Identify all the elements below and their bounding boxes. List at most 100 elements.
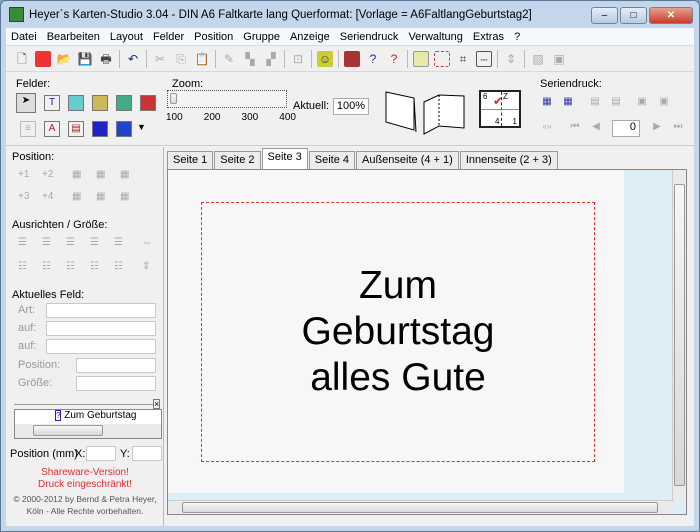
crop-marks-icon[interactable]: ⌗ <box>455 51 471 67</box>
image-tool-icon[interactable] <box>140 95 156 111</box>
grid-toggle-icon[interactable] <box>413 50 429 67</box>
frame-tool-icon[interactable] <box>68 95 84 111</box>
stretch-width-icon[interactable]: ⇔ <box>142 237 156 249</box>
y-field[interactable] <box>132 446 162 461</box>
menu-anzeige[interactable]: Anzeige <box>285 31 335 43</box>
menu-extras[interactable]: Extras <box>468 31 509 43</box>
serial-fields-icon[interactable]: ▤ <box>587 95 603 111</box>
close-list-icon[interactable]: × <box>153 399 161 409</box>
align-right-icon[interactable]: ☰ <box>66 237 80 249</box>
zoom-current-field[interactable]: 100% <box>333 98 369 115</box>
wordart-tool-icon[interactable]: A <box>44 121 60 137</box>
text-tool-icon[interactable]: T <box>44 95 60 111</box>
menu-verwaltung[interactable]: Verwaltung <box>403 31 467 43</box>
align-icon[interactable]: ▦ <box>72 191 86 203</box>
shape-tool-icon[interactable] <box>116 95 132 111</box>
eraser-icon[interactable]: ✎ <box>221 51 237 67</box>
x-field[interactable] <box>86 446 116 461</box>
align-top-icon[interactable]: ☰ <box>90 237 104 249</box>
zoom-slider[interactable] <box>167 90 287 108</box>
open-folder-icon[interactable]: 📂 <box>56 51 72 67</box>
pos-button-1[interactable]: +1 <box>18 169 32 181</box>
design-canvas[interactable]: Zum Geburtstag alles Gute <box>167 169 687 515</box>
tab-aussenseite[interactable]: Außenseite (4 + 1) <box>356 151 459 169</box>
align-middle-icon[interactable]: ☷ <box>42 261 56 273</box>
last-record-icon[interactable]: ⏭ <box>670 120 686 136</box>
card-text-field[interactable]: Zum Geburtstag alles Gute <box>201 202 595 462</box>
serial-copy-icon[interactable]: ▣ <box>634 95 650 111</box>
serial-filter-icon[interactable]: ▤ <box>608 95 624 111</box>
border-toggle-icon[interactable] <box>434 50 450 67</box>
image-icon[interactable]: ▨ <box>530 51 546 67</box>
tab-seite-4[interactable]: Seite 4 <box>308 151 355 169</box>
first-record-icon[interactable]: ⏮ <box>567 120 583 136</box>
stretch-height-icon[interactable]: ⇕ <box>142 261 156 273</box>
clipart-tool-icon[interactable] <box>92 95 108 111</box>
align-icon[interactable]: ▦ <box>72 169 86 181</box>
serial-data-icon[interactable]: ▦ <box>539 95 555 111</box>
more-tools-chevron-icon[interactable]: ▼ <box>137 122 146 132</box>
pos-button-3[interactable]: +3 <box>18 191 32 203</box>
gradient-tool-icon[interactable] <box>116 121 132 137</box>
cut-icon[interactable]: ✂ <box>152 51 168 67</box>
align-icon[interactable]: ▦ <box>120 169 134 181</box>
tab-seite-2[interactable]: Seite 2 <box>214 151 261 169</box>
menu-felder[interactable]: Felder <box>148 31 189 43</box>
tab-seite-3[interactable]: Seite 3 <box>261 148 308 169</box>
copy-icon[interactable]: ⎘ <box>173 51 189 67</box>
groesse-field[interactable] <box>76 376 156 391</box>
print-icon[interactable]: 🖶 <box>98 51 114 67</box>
align-icon[interactable]: ☷ <box>114 261 128 273</box>
tab-innenseite[interactable]: Innenseite (2 + 3) <box>459 151 558 169</box>
close-button[interactable]: ✕ <box>649 7 693 24</box>
maximize-button[interactable]: □ <box>620 7 647 24</box>
pos-button-2[interactable]: +2 <box>42 169 56 181</box>
align-left-icon[interactable]: ☰ <box>18 237 32 249</box>
menu-bearbeiten[interactable]: Bearbeiten <box>42 31 105 43</box>
pointer-tool-icon[interactable]: ➤ <box>16 93 36 113</box>
save-icon[interactable]: 💾 <box>77 51 93 67</box>
same-height-icon[interactable]: ☷ <box>66 261 80 273</box>
align-icon[interactable]: ▦ <box>120 191 134 203</box>
help-icon[interactable]: ? <box>365 51 381 67</box>
context-help-icon[interactable]: ? <box>386 51 402 67</box>
zoom-slider-thumb[interactable] <box>170 93 177 104</box>
list-item[interactable]: ? Zum Geburtstag <box>55 410 137 421</box>
next-record-icon[interactable]: ▶ <box>649 120 665 136</box>
ellipse-tool-icon[interactable] <box>92 121 108 137</box>
fold-layout-preview[interactable]: 6 Z ✔ 4 1 <box>479 90 521 128</box>
fold-line-icon[interactable]: ┄ <box>476 50 492 67</box>
undo-icon[interactable]: ↶ <box>125 51 141 67</box>
back-icon[interactable]: ▞ <box>263 51 279 67</box>
horizontal-scrollbar[interactable] <box>168 500 674 514</box>
minimize-button[interactable]: – <box>591 7 618 24</box>
align-bottom-icon[interactable]: ☷ <box>18 261 32 273</box>
list-hscrollbar[interactable] <box>15 424 161 438</box>
menu-help[interactable]: ? <box>509 31 525 43</box>
pos-button-4[interactable]: +4 <box>42 191 56 203</box>
serial-image-icon[interactable]: ▣ <box>656 95 672 111</box>
align-center-icon[interactable]: ☰ <box>42 237 56 249</box>
serial-edit-icon[interactable]: ▦ <box>560 95 576 111</box>
menu-layout[interactable]: Layout <box>105 31 148 43</box>
serial-abc-icon[interactable]: «» <box>539 120 555 136</box>
menu-seriendruck[interactable]: Seriendruck <box>335 31 404 43</box>
align-icon[interactable]: ☷ <box>90 261 104 273</box>
art-field[interactable] <box>46 303 156 318</box>
smiley-icon[interactable]: ☺ <box>317 50 333 67</box>
pattern-icon[interactable] <box>344 50 360 67</box>
tab-seite-1[interactable]: Seite 1 <box>167 151 214 169</box>
menu-datei[interactable]: Datei <box>6 31 42 43</box>
group-icon[interactable]: ⊡ <box>290 51 306 67</box>
auf-field-2[interactable] <box>46 339 156 354</box>
list-tool-icon[interactable]: ▤ <box>68 121 84 137</box>
distribute-icon[interactable]: ⇕ <box>503 51 519 67</box>
menu-gruppe[interactable]: Gruppe <box>238 31 285 43</box>
new-icon[interactable]: 🗋 <box>14 51 30 67</box>
record-number-field[interactable]: 0 <box>612 120 640 137</box>
same-width-icon[interactable]: ☰ <box>114 237 128 249</box>
align-icon[interactable]: ▦ <box>96 169 110 181</box>
vertical-scrollbar[interactable] <box>672 170 686 501</box>
paste-icon[interactable]: 📋 <box>194 51 210 67</box>
front-icon[interactable]: ▚ <box>242 51 258 67</box>
